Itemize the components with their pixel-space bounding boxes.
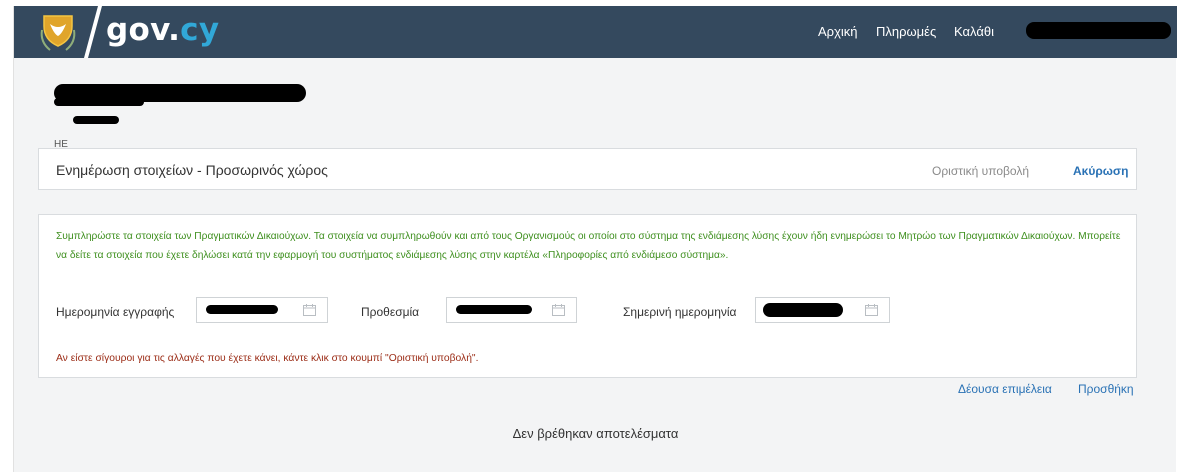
- final-submit-warning: Αν είστε σίγουροι για τις αλλαγές που έχ…: [56, 353, 479, 364]
- add-link[interactable]: Προσθήκη: [1078, 382, 1134, 396]
- deadline-input[interactable]: [446, 297, 577, 323]
- registration-date-label: Ημερομηνία εγγραφής: [56, 305, 175, 319]
- info-message: Συμπληρώστε τα στοιχεία των Πραγματικών …: [56, 231, 1121, 261]
- today-date-input[interactable]: [755, 297, 890, 323]
- company-name-redacted-2: [54, 98, 144, 106]
- registration-date-input[interactable]: [196, 297, 328, 323]
- deadline-value-redacted: [456, 305, 532, 314]
- deadline-label: Προθεσμία: [361, 305, 420, 319]
- title-panel: Ενημέρωση στοιχείων - Προσωρινός χώρος Ο…: [38, 148, 1137, 190]
- gov-cy-logo[interactable]: gov.cy: [106, 12, 219, 48]
- logo-divider-icon: [84, 6, 102, 58]
- registration-number-redacted: [73, 116, 119, 124]
- no-results-message: Δεν βρέθηκαν αποτελέσματα: [512, 426, 679, 441]
- page-title: Ενημέρωση στοιχείων - Προσωρινός χώρος: [56, 162, 328, 178]
- user-menu-redacted[interactable]: [1026, 22, 1171, 39]
- today-date-value-redacted: [763, 303, 843, 317]
- calendar-icon[interactable]: [865, 304, 878, 316]
- nav-cart-link[interactable]: Καλάθι: [954, 24, 994, 40]
- cyprus-emblem-icon: [40, 15, 76, 51]
- logo-prefix: gov.: [106, 12, 181, 48]
- cancel-button[interactable]: Ακύρωση: [1073, 164, 1128, 178]
- registration-date-value-redacted: [206, 305, 278, 314]
- nav-payments-link[interactable]: Πληρωμές: [876, 24, 936, 40]
- today-date-label: Σημερινή ημερομηνία: [623, 305, 737, 319]
- final-submit-button[interactable]: Οριστική υποβολή: [932, 164, 1029, 178]
- page-frame: gov.cy Αρχική Πληρωμές Καλάθι HE Ενημέρω…: [13, 6, 1177, 472]
- form-panel: Συμπληρώστε τα στοιχεία των Πραγματικών …: [38, 214, 1137, 378]
- due-diligence-link[interactable]: Δέουσα επιμέλεια: [958, 382, 1052, 396]
- calendar-icon[interactable]: [552, 304, 565, 316]
- top-header: gov.cy Αρχική Πληρωμές Καλάθι: [14, 6, 1177, 58]
- calendar-icon[interactable]: [303, 304, 316, 316]
- logo-suffix: cy: [180, 12, 220, 48]
- nav-home-link[interactable]: Αρχική: [818, 24, 858, 40]
